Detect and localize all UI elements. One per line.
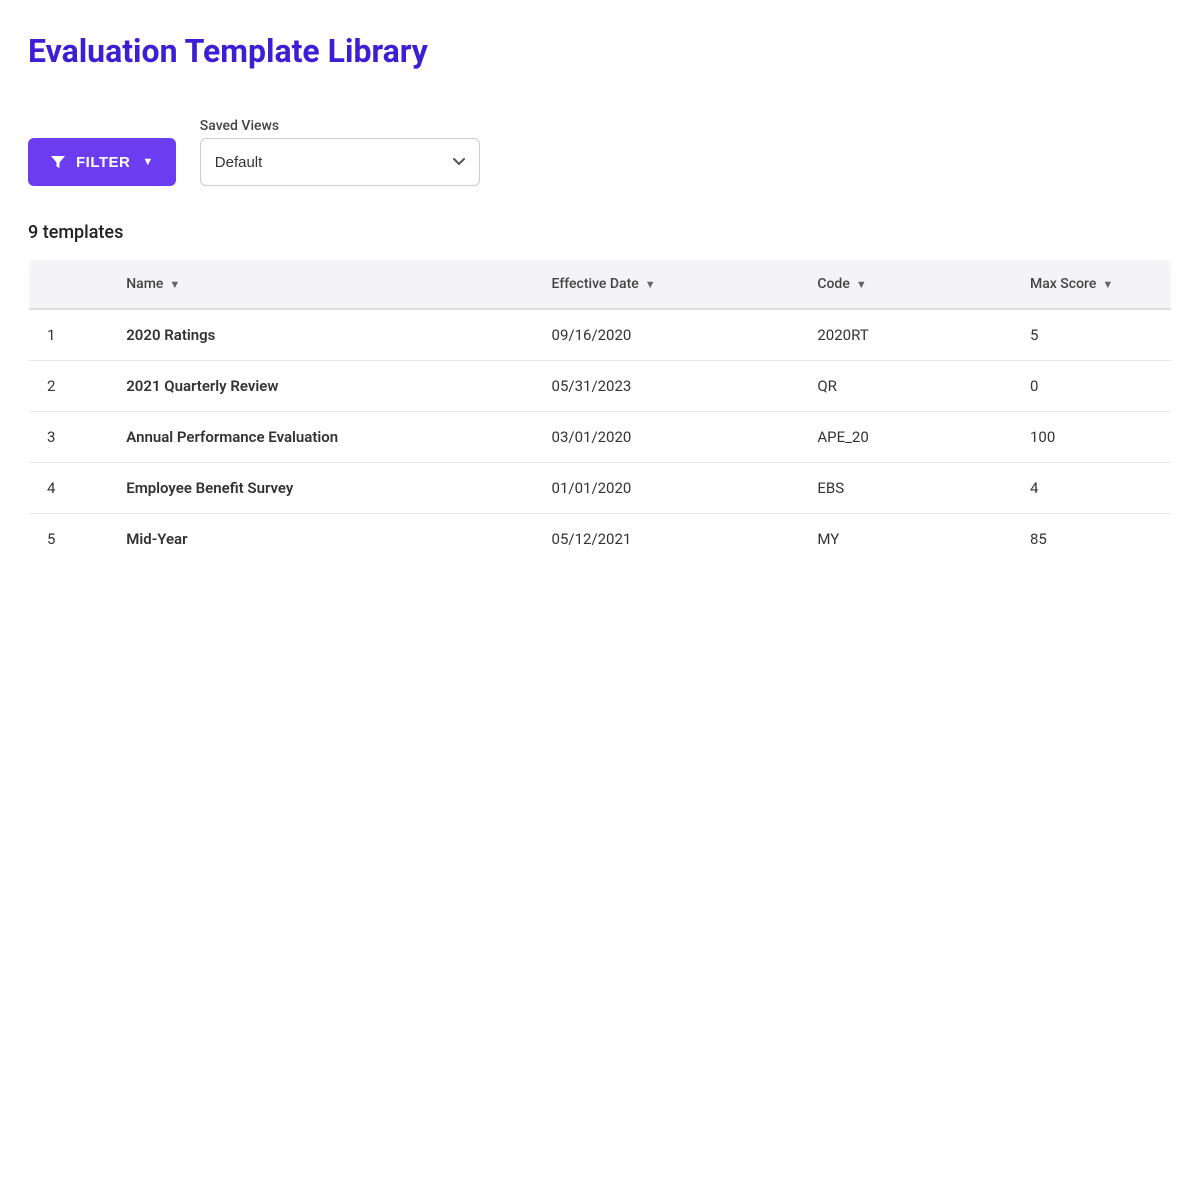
table-row[interactable]: 4 Employee Benefit Survey 01/01/2020 EBS…	[29, 463, 1172, 514]
cell-name: Mid-Year	[108, 514, 533, 565]
cell-max-score: 85	[1012, 514, 1172, 565]
table-row[interactable]: 2 2021 Quarterly Review 05/31/2023 QR 0	[29, 361, 1172, 412]
cell-name: 2020 Ratings	[108, 309, 533, 361]
filter-icon	[50, 154, 66, 170]
cell-number: 3	[29, 412, 109, 463]
cell-name: Annual Performance Evaluation	[108, 412, 533, 463]
toolbar: FILTER ▼ Saved Views Default Custom View…	[28, 118, 1172, 186]
cell-code: EBS	[799, 463, 1012, 514]
cell-code: 2020RT	[799, 309, 1012, 361]
table-header-row: Name ▼ Effective Date ▼ Code ▼ Max Score	[29, 260, 1172, 310]
table-row[interactable]: 1 2020 Ratings 09/16/2020 2020RT 5	[29, 309, 1172, 361]
cell-effective-date: 01/01/2020	[534, 463, 800, 514]
cell-max-score: 5	[1012, 309, 1172, 361]
cell-number: 4	[29, 463, 109, 514]
cell-effective-date: 03/01/2020	[534, 412, 800, 463]
templates-count: 9 templates	[28, 222, 1172, 243]
cell-max-score: 0	[1012, 361, 1172, 412]
filter-button[interactable]: FILTER ▼	[28, 138, 176, 186]
th-max-score[interactable]: Max Score ▼	[1012, 260, 1172, 310]
cell-effective-date: 05/12/2021	[534, 514, 800, 565]
cell-name: Employee Benefit Survey	[108, 463, 533, 514]
cell-number: 1	[29, 309, 109, 361]
table-row[interactable]: 5 Mid-Year 05/12/2021 MY 85	[29, 514, 1172, 565]
cell-number: 2	[29, 361, 109, 412]
cell-max-score: 100	[1012, 412, 1172, 463]
filter-chevron-icon: ▼	[142, 156, 153, 168]
th-number	[29, 260, 109, 310]
code-sort-icon[interactable]: ▼	[856, 278, 867, 291]
name-sort-icon[interactable]: ▼	[169, 278, 180, 291]
saved-views-label: Saved Views	[200, 118, 480, 134]
score-sort-icon[interactable]: ▼	[1102, 278, 1113, 291]
cell-code: MY	[799, 514, 1012, 565]
cell-effective-date: 09/16/2020	[534, 309, 800, 361]
saved-views-select[interactable]: Default Custom View 1 Custom View 2	[200, 138, 480, 186]
cell-max-score: 4	[1012, 463, 1172, 514]
th-effective-date[interactable]: Effective Date ▼	[534, 260, 800, 310]
th-name[interactable]: Name ▼	[108, 260, 533, 310]
cell-effective-date: 05/31/2023	[534, 361, 800, 412]
page-title: Evaluation Template Library	[28, 32, 1172, 70]
cell-number: 5	[29, 514, 109, 565]
table-row[interactable]: 3 Annual Performance Evaluation 03/01/20…	[29, 412, 1172, 463]
cell-name: 2021 Quarterly Review	[108, 361, 533, 412]
th-code[interactable]: Code ▼	[799, 260, 1012, 310]
saved-views-group: Saved Views Default Custom View 1 Custom…	[200, 118, 480, 186]
date-sort-icon[interactable]: ▼	[645, 278, 656, 291]
data-table: Name ▼ Effective Date ▼ Code ▼ Max Score	[28, 259, 1172, 565]
filter-label: FILTER	[76, 154, 130, 171]
cell-code: QR	[799, 361, 1012, 412]
cell-code: APE_20	[799, 412, 1012, 463]
